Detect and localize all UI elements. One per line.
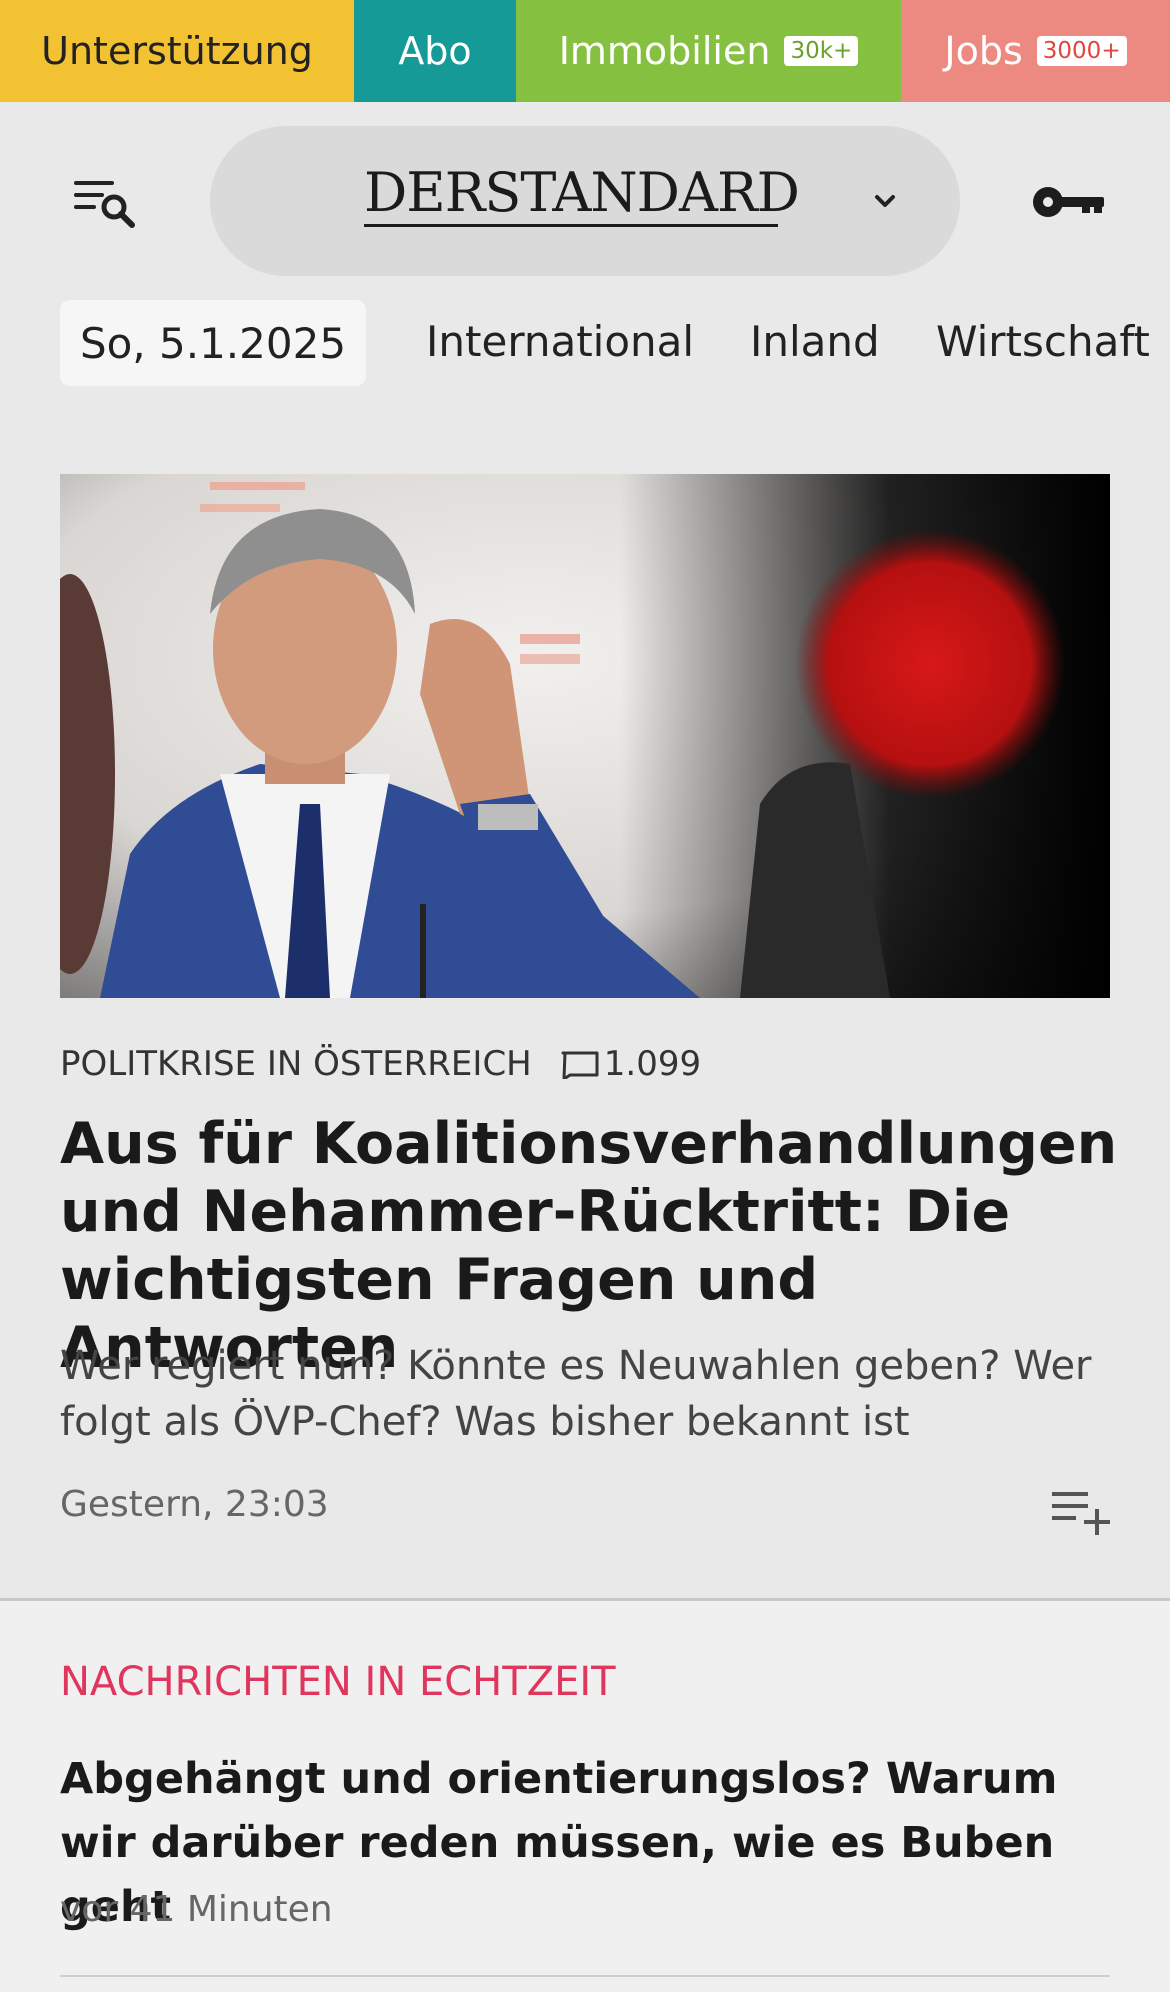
live-news-section: NACHRICHTEN IN ECHTZEIT Abgehängt und or… [0,1601,1170,1992]
hero-photo [60,474,1110,998]
jobs-count-badge: 3000+ [1036,36,1127,66]
chevron-down-icon [875,195,895,207]
hero-timestamp: Gestern, 23:03 [60,1484,329,1525]
tab-abo[interactable]: Abo [354,0,516,102]
list-divider [60,1975,1110,1977]
tab-immobilien[interactable]: Immobilien 30k+ [516,0,901,102]
tab-abo-label: Abo [398,29,472,73]
tab-support-label: Unterstützung [41,29,313,73]
top-service-bar: Unterstützung Abo Immobilien 30k+ Jobs 3… [0,0,1170,102]
article-kicker-row: POLITKRISE IN ÖSTERREICH 1.099 [60,1044,701,1084]
immobilien-count-badge: 30k+ [784,36,859,66]
key-icon [1033,187,1104,217]
menu-search-button[interactable] [70,175,140,235]
tab-immobilien-label: Immobilien [558,29,771,73]
date-chip: So, 5.1.2025 [60,300,366,386]
tab-support[interactable]: Unterstützung [0,0,354,102]
site-logo: DERSTANDARD [364,162,800,227]
nav-item-wirtschaft[interactable]: Wirtschaft [936,312,1150,372]
live-news-title[interactable]: NACHRICHTEN IN ECHTZEIT [60,1659,616,1705]
comment-icon [561,1051,599,1079]
hero-teaser[interactable]: Wer regiert nun? Könnte es Neuwahlen geb… [60,1338,1120,1450]
logo-switcher[interactable]: DERSTANDARD [210,126,960,276]
comment-count[interactable]: 1.099 [604,1044,701,1084]
nav-item-inland[interactable]: Inland [750,312,880,372]
tab-jobs-label: Jobs [944,29,1023,73]
tab-jobs[interactable]: Jobs 3000+ [901,0,1170,102]
add-to-list-button[interactable] [1050,1486,1112,1536]
current-date: So, 5.1.2025 [79,318,347,368]
login-button[interactable] [1030,180,1110,224]
nav-item-international[interactable]: International [426,312,694,372]
live-article-time: vor 41 Minuten [60,1889,333,1930]
hero-article-image[interactable] [60,474,1110,998]
playlist-add-icon [1052,1492,1110,1535]
article-kicker[interactable]: POLITKRISE IN ÖSTERREICH [60,1044,532,1084]
menu-search-icon [74,181,135,228]
